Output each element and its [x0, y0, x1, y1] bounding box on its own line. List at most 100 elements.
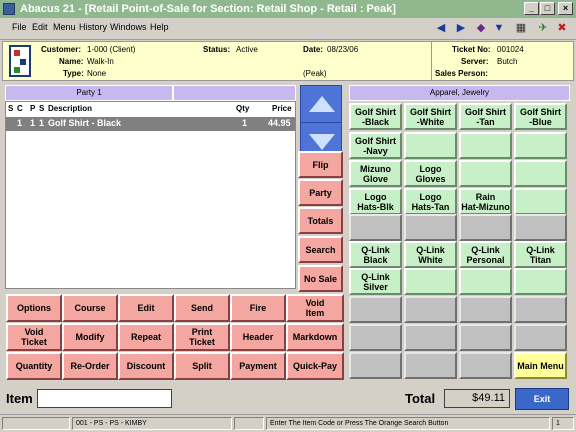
status-message: Enter The Item Code or Press The Orange … [266, 417, 550, 430]
markdown-button[interactable]: Markdown [286, 323, 344, 351]
quick-pay-button[interactable]: Quick-Pay [286, 352, 344, 380]
split-button[interactable]: Split [174, 352, 230, 380]
total-value: $49.11 [444, 389, 510, 408]
party-button[interactable]: Party [298, 179, 343, 206]
status-label: Status: [203, 45, 231, 54]
item-button-empty[interactable] [404, 268, 457, 295]
server-label: Server: [461, 57, 489, 66]
menu-edit[interactable]: Edit [32, 22, 48, 32]
name-value: Walk-In [87, 57, 114, 66]
options-button[interactable]: Options [6, 294, 62, 322]
print-ticket-button[interactable]: Print Ticket [174, 323, 230, 351]
minimize-button[interactable]: _ [524, 2, 539, 15]
status-bar: 001 - PS - PS - KIMBY Enter The Item Cod… [0, 414, 576, 432]
menu-menu[interactable]: Menu [53, 22, 76, 32]
main-menu-button[interactable]: Main Menu [514, 352, 567, 379]
quantity-button[interactable]: Quantity [6, 352, 62, 380]
forward-arrow-icon[interactable]: ▶ [452, 20, 470, 37]
course-button[interactable]: Course [62, 294, 118, 322]
col-qty: Qty [236, 104, 250, 113]
bottom-bar: Item Total $49.11 Exit [0, 383, 576, 413]
edit-button[interactable]: Edit [118, 294, 174, 322]
party-tab-1[interactable]: Party 1 [5, 85, 173, 101]
exit-door-icon[interactable]: ✖ [553, 20, 571, 37]
item-button-empty[interactable] [514, 268, 567, 295]
menu-help[interactable]: Help [150, 22, 169, 32]
item-label: Item [6, 391, 33, 406]
repeat-button[interactable]: Repeat [118, 323, 174, 351]
fire-button[interactable]: Fire [230, 294, 286, 322]
item-button-empty[interactable] [514, 188, 567, 215]
col-description: Description [48, 104, 93, 113]
down-arrow-icon[interactable]: ▼ [490, 20, 508, 37]
item-button-empty[interactable] [514, 132, 567, 159]
col-s2: S [39, 104, 45, 113]
item-button-golf-shirt-navy[interactable]: Golf Shirt -Navy [349, 132, 402, 159]
empty-slot [459, 352, 512, 379]
close-button[interactable]: × [558, 2, 573, 15]
gem-icon[interactable]: ◆ [472, 20, 490, 37]
payment-button[interactable]: Payment [230, 352, 286, 380]
item-button-logo-hats-tan[interactable]: Logo Hats-Tan [404, 188, 457, 215]
maximize-button[interactable]: □ [540, 2, 555, 15]
status-segment-3 [234, 417, 264, 430]
totals-button[interactable]: Totals [298, 207, 343, 234]
discount-button[interactable]: Discount [118, 352, 174, 380]
total-label: Total [405, 391, 436, 406]
table-row[interactable]: 1 1 1 Golf Shirt - Black 1 44.95 [6, 117, 295, 131]
send-button[interactable]: Send [174, 294, 230, 322]
grid-header: S C P S Description Qty Price [6, 102, 295, 117]
scroll-up-button[interactable] [300, 85, 342, 123]
running-man-icon[interactable]: ✈ [534, 20, 552, 37]
item-button-golf-shirt-white[interactable]: Golf Shirt -White [404, 103, 457, 130]
item-button-empty[interactable] [459, 160, 512, 187]
menu-bar: File Edit Menu History Windows Help ◀ ▶ … [0, 18, 576, 40]
flip-button[interactable]: Flip [298, 151, 343, 178]
empty-slot [404, 296, 457, 323]
calculator-icon[interactable]: ▦ [512, 20, 530, 37]
item-button-mizuno-glove[interactable]: Mizuno Glove [349, 160, 402, 187]
empty-slot [514, 296, 567, 323]
item-button-q-link-black[interactable]: Q-Link Black [349, 241, 402, 268]
search-button[interactable]: Search [298, 236, 343, 263]
item-button-empty[interactable] [514, 160, 567, 187]
re-order-button[interactable]: Re-Order [62, 352, 118, 380]
menu-file[interactable]: File [12, 22, 27, 32]
item-button-empty[interactable] [459, 132, 512, 159]
cell-price: 44.95 [268, 118, 291, 128]
item-button-logo-gloves[interactable]: Logo Gloves [404, 160, 457, 187]
party-tab-2[interactable] [173, 85, 296, 101]
status-terminal: 001 - PS - PS - KIMBY [72, 417, 232, 430]
ticket-grid[interactable]: S C P S Description Qty Price 1 1 1 Golf… [5, 101, 296, 289]
party-tabs: Party 1 [5, 85, 296, 101]
header-button[interactable]: Header [230, 323, 286, 351]
item-button-empty[interactable] [404, 132, 457, 159]
item-button-q-link-white[interactable]: Q-Link White [404, 241, 457, 268]
item-button-golf-shirt-black[interactable]: Golf Shirt -Black [349, 103, 402, 130]
menu-history[interactable]: History [79, 22, 107, 32]
modify-button[interactable]: Modify [62, 323, 118, 351]
void-ticket-button[interactable]: Void Ticket [6, 323, 62, 351]
item-code-input[interactable] [37, 389, 172, 408]
menu-windows[interactable]: Windows [110, 22, 147, 32]
item-button-rain-hat-mizuno[interactable]: Rain Hat-Mizuno [459, 188, 512, 215]
item-button-q-link-personal[interactable]: Q-Link Personal [459, 241, 512, 268]
server-value: Butch [497, 57, 518, 66]
empty-slot [349, 324, 402, 351]
empty-slot [349, 296, 402, 323]
item-button-golf-shirt-blue[interactable]: Golf Shirt -Blue [514, 103, 567, 130]
item-button-q-link-titan[interactable]: Q-Link Titan [514, 241, 567, 268]
col-c: C [17, 104, 23, 113]
exit-button[interactable]: Exit [515, 388, 569, 410]
item-button-empty[interactable] [459, 268, 512, 295]
void-item-button[interactable]: Void Item [286, 294, 344, 322]
customer-label: Customer: [41, 45, 82, 54]
type-label: Type: [63, 69, 84, 78]
item-button-golf-shirt-tan[interactable]: Golf Shirt -Tan [459, 103, 512, 130]
back-arrow-icon[interactable]: ◀ [432, 20, 450, 37]
no-sale-button[interactable]: No Sale [298, 265, 343, 292]
item-button-logo-hats-blk[interactable]: Logo Hats-Blk [349, 188, 402, 215]
header-divider [431, 42, 432, 80]
item-button-q-link-silver[interactable]: Q-Link Silver [349, 268, 402, 295]
status-value: Active [236, 45, 258, 54]
